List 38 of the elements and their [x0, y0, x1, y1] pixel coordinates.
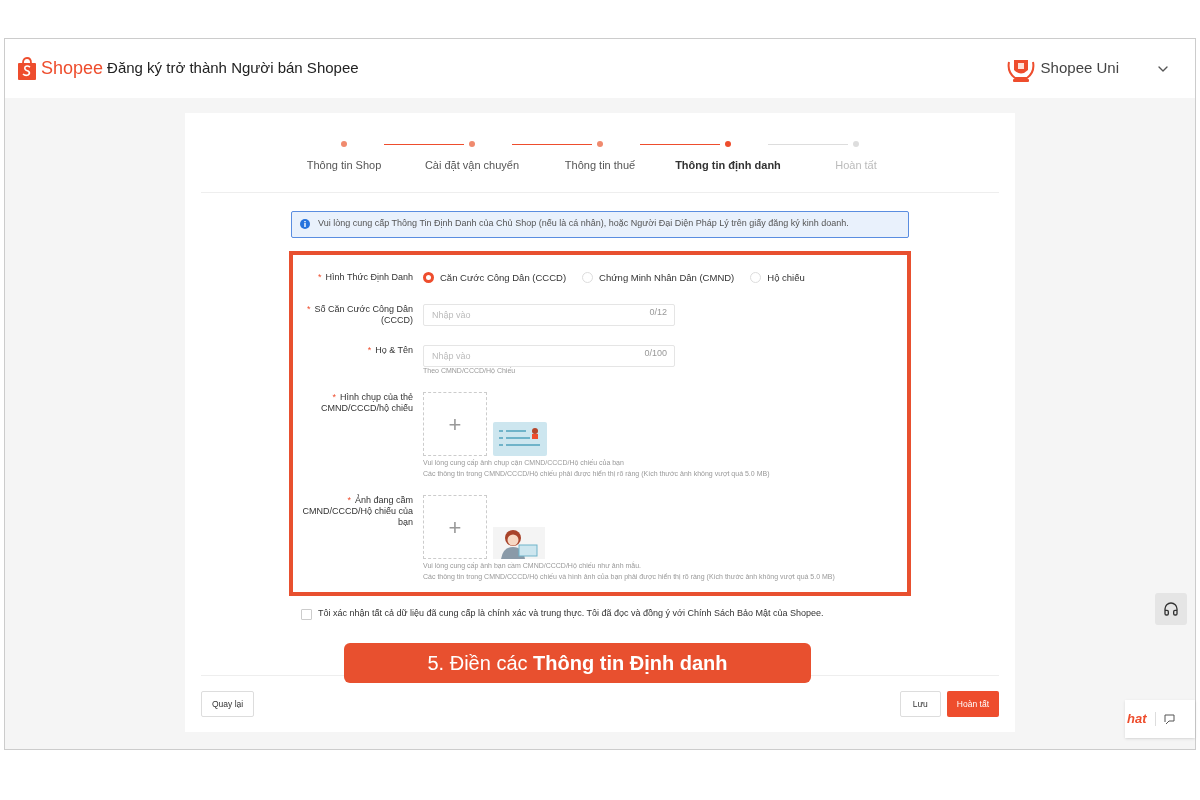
- field-label: * Hình Thức Định Danh: [317, 270, 414, 284]
- info-icon: [300, 219, 310, 229]
- step-label: Hoàn tất: [835, 158, 877, 173]
- radio-option[interactable]: Hộ chiếu: [750, 270, 805, 285]
- save-button[interactable]: Lưu: [899, 691, 941, 717]
- back-button[interactable]: Quay lại: [201, 691, 255, 717]
- required-mark: *: [347, 495, 351, 506]
- expand-icon[interactable]: [1163, 713, 1175, 725]
- finish-button[interactable]: Hoàn tất: [946, 691, 999, 717]
- char-counter: 0/12: [649, 305, 667, 319]
- chat-widget[interactable]: hat: [1125, 700, 1195, 738]
- id-card-icon: [493, 422, 547, 457]
- field-label: * Họ & Tên: [366, 343, 414, 356]
- required-mark: *: [367, 344, 372, 355]
- field-label: * Hình chụp của thẻ CMND/CCCD/hộ chiếu: [319, 392, 414, 415]
- required-mark: *: [332, 392, 336, 403]
- caption-banner: 5. Điền các Thông tin Định danh: [344, 643, 811, 683]
- step-label: Cài đặt vận chuyển: [424, 158, 520, 173]
- field-label: * Ảnh đang cầm CMND/CCCD/Hộ chiếu của bạn: [301, 495, 414, 529]
- field-label: * Số Căn Cước Công Dân (CCCD): [306, 302, 414, 326]
- required-mark: *: [318, 271, 322, 282]
- shopping-bag-icon: [17, 56, 37, 81]
- support-button[interactable]: [1155, 593, 1187, 625]
- radio-option[interactable]: Chứng Minh Nhân Dân (CMND): [582, 270, 735, 285]
- agreement-checkbox[interactable]: Tôi xác nhận tất cả dữ liệu đã cung cấp là chính xác và trung thực. Tôi đã đọc và đồng ý với Chính Sách Bảo Mật của Shopee.: [301, 607, 899, 621]
- char-counter: 0/100: [644, 346, 667, 360]
- step-label: Thông tin định danh: [675, 158, 781, 174]
- page-title: Đăng ký trở thành Người bán Shopee: [107, 58, 359, 79]
- person-with-card-drawing: [493, 527, 545, 560]
- step-label: Thông tin Shop: [306, 158, 382, 173]
- logo-text: Shopee: [41, 57, 104, 80]
- step-label: Thông tin thuế: [564, 158, 636, 173]
- account-name[interactable]: Shopee Uni: [1040, 57, 1119, 80]
- radio-option[interactable]: Căn Cước Công Dân (CCCD): [423, 270, 567, 285]
- required-mark: *: [307, 303, 311, 314]
- chat-label[interactable]: hat: [1127, 709, 1147, 729]
- notice-text: Vui lòng cung cấp Thông Tin Định Danh của Chủ Shop (nếu là cá nhân), hoặc Người Đại Diện Pháp Lý trên giấy đăng ký kinh doanh.: [318, 217, 849, 231]
- headset-icon: [1163, 601, 1179, 617]
